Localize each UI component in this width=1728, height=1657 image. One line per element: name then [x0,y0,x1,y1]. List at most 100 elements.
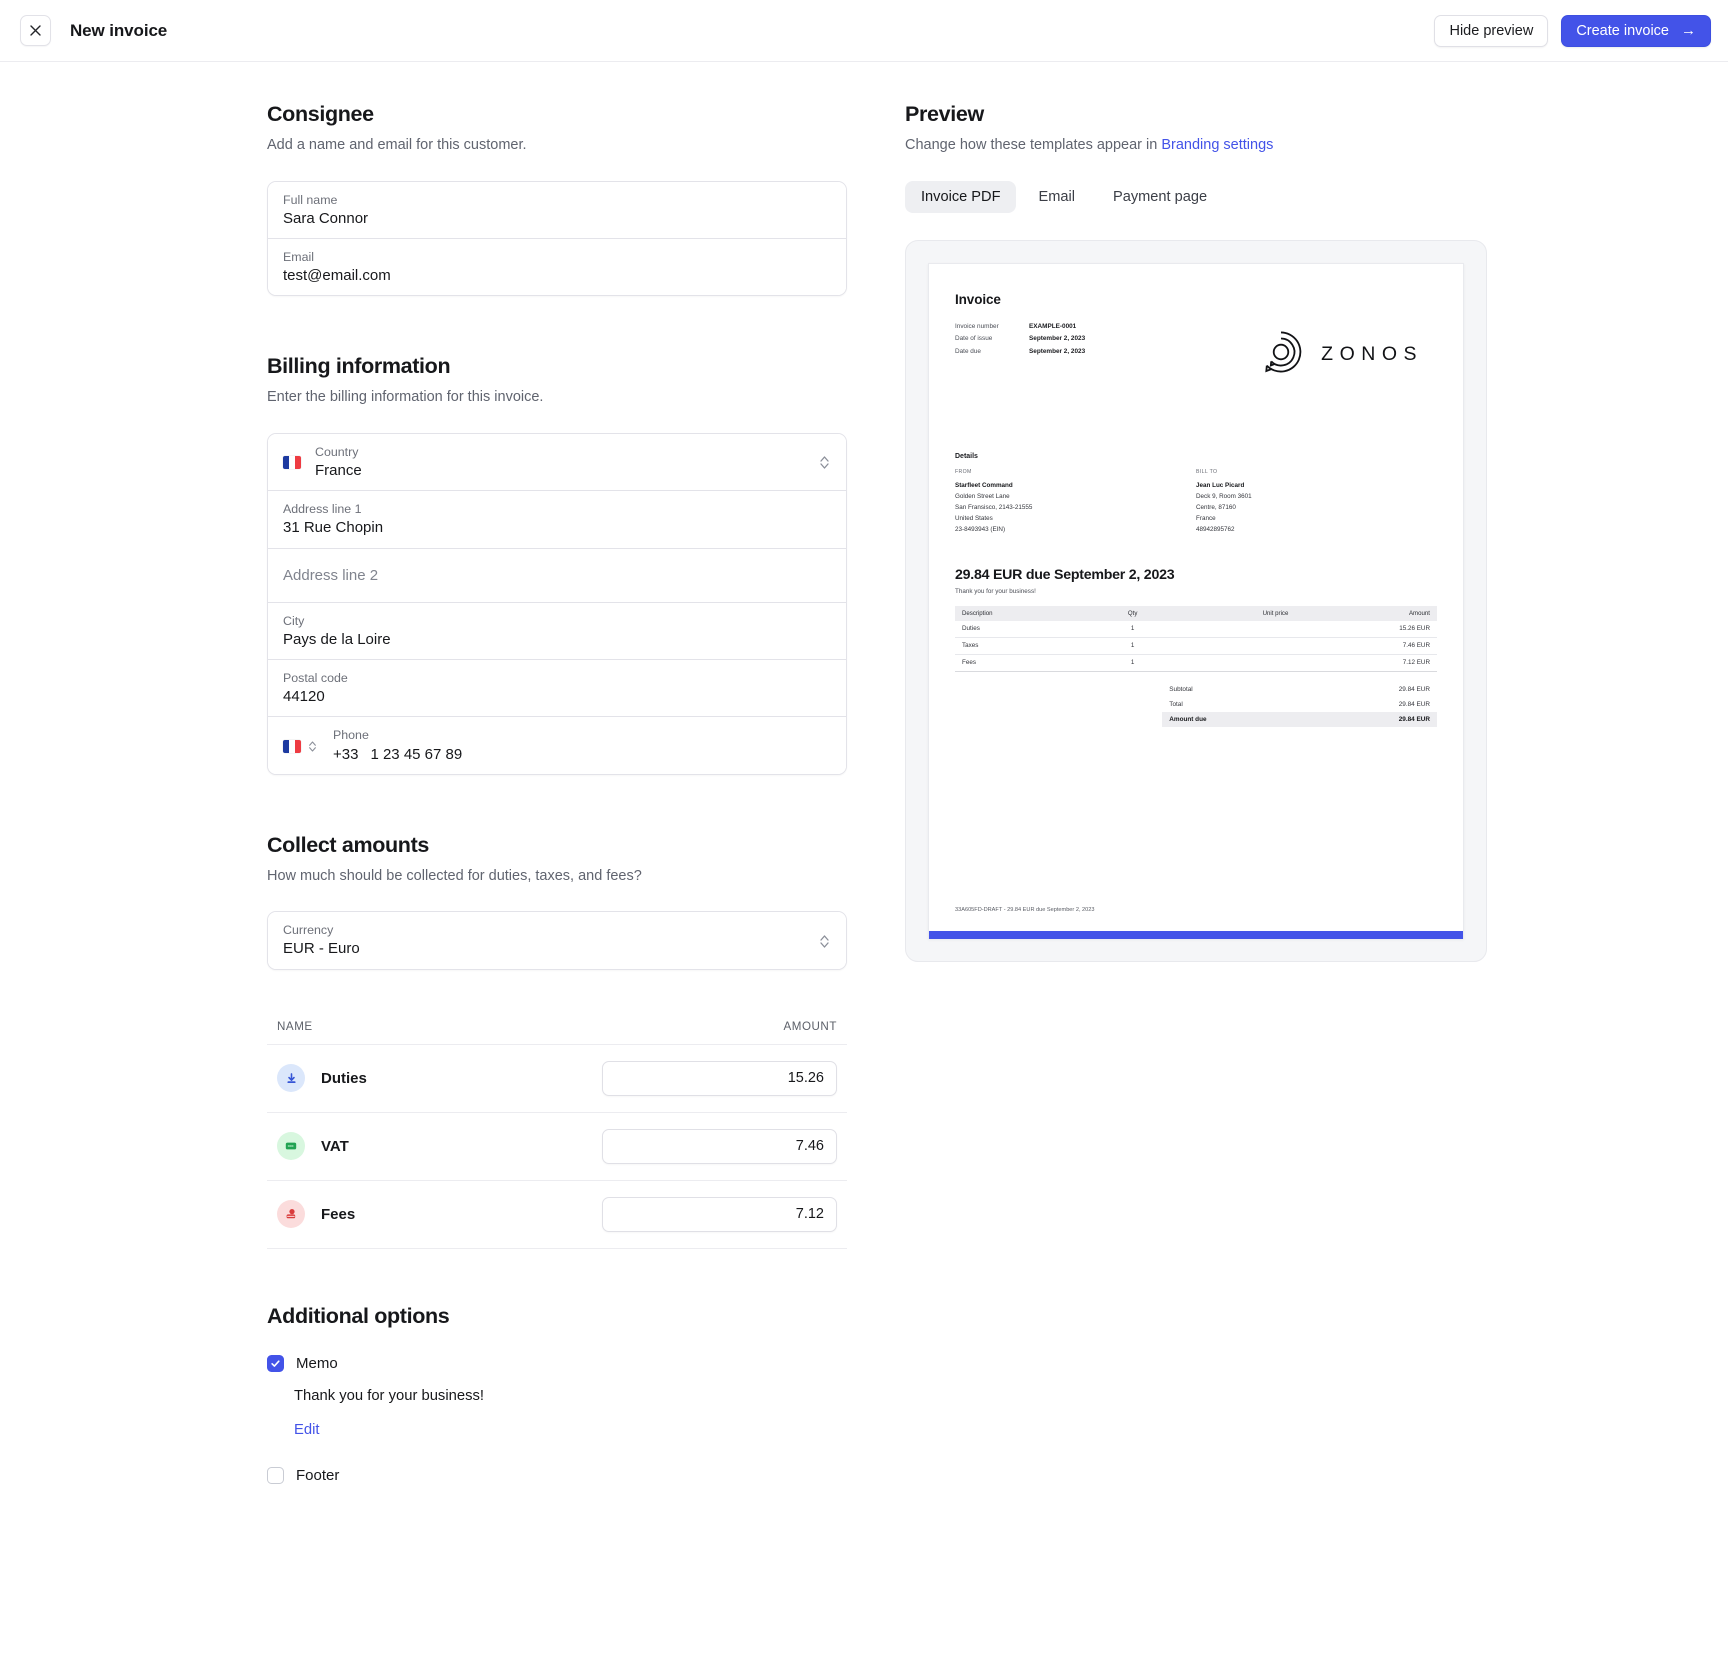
hide-preview-button[interactable]: Hide preview [1434,14,1549,47]
address-line-1-input[interactable]: 31 Rue Chopin [283,518,831,538]
postal-code-field[interactable]: Postal code 44120 [268,660,846,718]
preview-title: Preview [905,102,984,126]
memo-edit-link[interactable]: Edit [294,1422,320,1438]
chevron-updown-icon[interactable] [306,738,319,755]
create-invoice-button[interactable]: Create invoice → [1561,14,1711,47]
additional-options-title: Additional options [267,1303,450,1328]
invoice-from: FROM Starfleet Command Golden Street Lan… [955,469,1196,536]
preview-subtitle: Change how these templates appear in Bra… [905,136,1487,156]
amounts-table-header: NAME AMOUNT [267,1020,847,1045]
city-field[interactable]: City Pays de la Loire [268,602,846,660]
invoice-document-preview: Invoice Invoice number EXAMPLE-0001 Date… [928,262,1464,939]
summary-label: Total [1169,700,1183,708]
duties-amount-input[interactable]: 15.26 [602,1060,837,1096]
meta-key: Invoice number [955,322,999,330]
summary-label: Subtotal [1169,685,1193,693]
zonos-logo-icon [1258,329,1304,380]
phone-country-select[interactable] [283,738,319,755]
currency-select[interactable]: Currency EUR - Euro [268,912,846,969]
cell-unit-price [1169,620,1296,638]
address-line-2-input[interactable]: Address line 2 [283,567,831,584]
arrow-right-icon: → [1681,22,1696,39]
memo-option-row[interactable]: Memo [267,1354,847,1372]
country-flag-wrap [283,456,301,470]
section-additional-options: Additional options Memo Thank you for yo… [267,1304,847,1484]
invoice-table-header-row: Description Qty Unit price Amount [955,605,1437,621]
invoice-table-body: Duties 1 15.26 EUR Taxes 1 7.46 EUR Fees… [955,620,1437,672]
top-bar-actions: Hide preview Create invoice → [1434,14,1711,47]
duties-download-icon [277,1064,305,1093]
tab-payment-page[interactable]: Payment page [1097,181,1223,213]
address-line-1-field[interactable]: Address line 1 31 Rue Chopin [268,491,846,549]
tab-email[interactable]: Email [1022,181,1091,213]
phone-field[interactable]: Phone +33 1 23 45 67 89 [268,717,846,774]
tab-invoice-pdf[interactable]: Invoice PDF [905,180,1017,213]
country-value: France [315,462,362,479]
meta-row: Date of issue September 2, 2023 [955,333,1145,345]
footer-checkbox[interactable] [267,1466,284,1484]
branding-settings-link[interactable]: Branding settings [1161,137,1273,153]
page-title: New invoice [70,20,168,40]
invoice-memo: Thank you for your business! [955,587,1036,595]
create-invoice-label: Create invoice [1576,22,1669,39]
phone-country-code: +33 [333,745,359,763]
invoice-top: Invoice number EXAMPLE-0001 Date of issu… [955,321,1437,380]
row-name: Duties [321,1069,367,1087]
bill-to-line: France [1196,515,1216,523]
summary-row: Total 29.84 EUR [1162,697,1437,712]
billing-fields: Country France Address line 1 31 Rue Cho… [267,432,847,775]
close-button[interactable] [20,15,51,46]
chevron-updown-icon[interactable] [818,933,831,950]
full-name-input[interactable]: Sara Connor [283,209,831,229]
full-name-field[interactable]: Full name Sara Connor [268,181,846,239]
consignee-fields: Full name Sara Connor Email test@email.c… [267,180,847,297]
vat-receipt-icon [277,1132,305,1161]
cell-qty: 1 [1095,637,1170,655]
bill-to-line: Centre, 87160 [1196,503,1236,511]
postal-code-input[interactable]: 44120 [283,687,831,707]
city-input[interactable]: Pays de la Loire [283,630,831,650]
bill-to-line: 48942895762 [1196,526,1235,534]
consignee-subtitle: Add a name and email for this customer. [267,137,527,153]
email-field[interactable]: Email test@email.com [268,238,846,296]
fees-amount-input[interactable]: 7.12 [602,1196,837,1232]
cell-amount: 7.12 EUR [1295,654,1437,672]
table-row: Taxes 1 7.46 EUR [955,637,1437,655]
from-line: Starfleet Command [955,481,1013,489]
brand-name: ZONOS [1321,342,1423,365]
collect-subtitle: How much should be collected for duties,… [267,867,642,884]
memo-checkbox[interactable] [267,1354,284,1372]
column-header-amount: AMOUNT [783,1019,837,1033]
phone-input[interactable]: 1 23 45 67 89 [370,745,462,765]
country-select[interactable]: Country France [268,433,846,492]
address-line-2-field[interactable]: Address line 2 [268,548,846,603]
preview-column: Preview Change how these templates appea… [905,102,1487,1488]
chevron-updown-icon[interactable] [818,454,831,471]
section-collect-amounts: Collect amounts How much should be colle… [267,833,847,1249]
cell-unit-price [1169,637,1296,655]
from-line: 23-8493943 (EIN) [955,526,1006,534]
cell-description: Taxes [955,637,1096,655]
address-line-1-label: Address line 1 [283,502,362,517]
fees-stack-icon [277,1200,305,1229]
hide-preview-label: Hide preview [1449,22,1534,39]
vat-amount-input[interactable]: 7.46 [602,1128,837,1164]
invoice-due-headline: 29.84 EUR due September 2, 2023 [955,566,1175,583]
th-amount: Amount [1295,605,1437,621]
email-input[interactable]: test@email.com [283,266,831,286]
cell-unit-price [1169,654,1296,672]
cell-qty: 1 [1095,654,1170,672]
row-label-group: Fees [277,1200,356,1229]
meta-key: Date of issue [955,335,993,343]
meta-key: Date due [955,347,981,355]
cell-qty: 1 [1095,620,1170,638]
invoice-line-items-table: Description Qty Unit price Amount Duties… [955,605,1437,672]
summary-value: 29.84 EUR [1398,700,1430,708]
footer-option-row[interactable]: Footer [267,1466,847,1484]
row-name: Fees [321,1205,356,1223]
page-body: Consignee Add a name and email for this … [0,62,1728,1488]
summary-value: 29.84 EUR [1398,715,1430,723]
invoice-footer-note: 33A605FD-DRAFT - 29.84 EUR due September… [955,906,1095,913]
cell-amount: 15.26 EUR [1295,620,1437,638]
th-unit-price: Unit price [1169,605,1296,621]
